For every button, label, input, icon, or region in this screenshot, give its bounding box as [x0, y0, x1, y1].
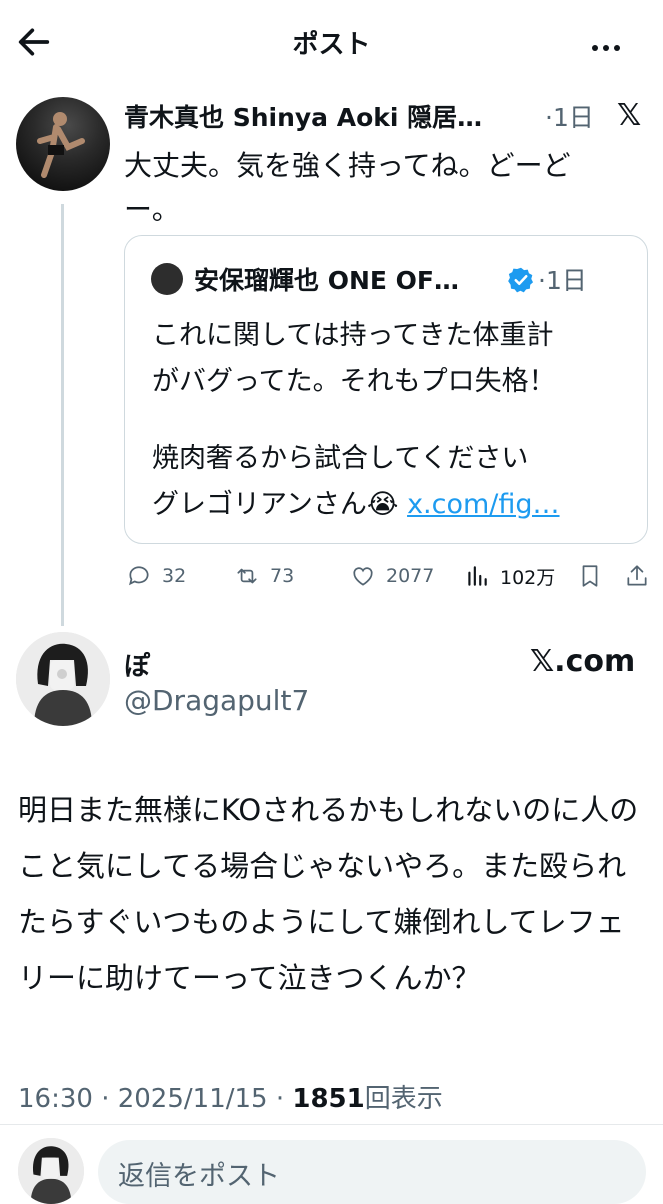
view-count: 1851 — [292, 1084, 365, 1114]
quote-time: ·1日 — [538, 266, 587, 295]
x-logo-icon: 𝕏 — [617, 98, 642, 133]
reply-button[interactable]: 32 — [126, 562, 186, 590]
avatar[interactable] — [16, 97, 110, 191]
quote-text-last: グレゴリアンさん😭 — [152, 489, 408, 520]
author-name[interactable]: ぽ — [124, 646, 150, 683]
more-horizontal-icon[interactable] — [592, 36, 625, 55]
divider — [0, 1124, 663, 1125]
author-name[interactable]: 青木真也 Shinya Aoki 隠居… — [124, 98, 482, 134]
quote-text-line: これに関しては持ってきた体重計 — [152, 320, 554, 351]
quote-avatar — [151, 263, 183, 295]
heart-icon — [353, 567, 373, 586]
source-label: 𝕏.com — [530, 644, 636, 679]
quote-author-name: 安保瑠輝也 ONE OF… — [194, 266, 459, 295]
reply-count: 32 — [162, 565, 187, 587]
like-count: 2077 — [386, 565, 435, 587]
quote-text-line: 焼肉奢るから試合してください — [152, 443, 529, 474]
post-metadata: 16:30 · 2025/11/15 · 1851回表示 — [18, 1078, 443, 1115]
avatar — [18, 1138, 84, 1204]
like-button[interactable]: 2077 — [350, 562, 434, 590]
post-text: 大丈夫。気を強く持ってね。どーどー。 — [124, 149, 571, 226]
quote-text-line: グレゴリアンさん😭 x.com/fig… — [152, 482, 560, 521]
reply-icon — [129, 566, 149, 586]
post-timestamp[interactable]: 16:30 · 2025/11/15 · — [18, 1084, 292, 1114]
share-icon[interactable] — [624, 562, 650, 590]
post-time[interactable]: ·1日 — [545, 98, 594, 134]
repost-count: 73 — [270, 565, 295, 587]
view-label: 回表示 — [364, 1084, 443, 1114]
views-count: 102万 — [500, 566, 556, 589]
page-title: ポスト — [292, 30, 371, 60]
analytics-icon — [468, 566, 487, 586]
repost-button[interactable]: 73 — [234, 562, 294, 590]
avatar[interactable] — [16, 632, 110, 726]
bookmark-icon[interactable] — [577, 562, 603, 590]
post-text: 明日また無様にKOされるかもしれないのに人のこと気にしてる場合じゃないやろ。また… — [18, 793, 639, 995]
verified-badge-icon — [508, 267, 534, 293]
reply-placeholder: 返信をポスト — [118, 1161, 280, 1192]
quote-link[interactable]: x.com/fig… — [407, 489, 559, 520]
views-button[interactable]: 102万 — [464, 562, 555, 590]
author-handle[interactable]: @Dragapult7 — [124, 684, 309, 717]
repost-icon — [237, 568, 257, 584]
quote-text-line: がバグってた。それもプロ失格！ — [152, 366, 556, 397]
thread-connector — [61, 204, 64, 626]
